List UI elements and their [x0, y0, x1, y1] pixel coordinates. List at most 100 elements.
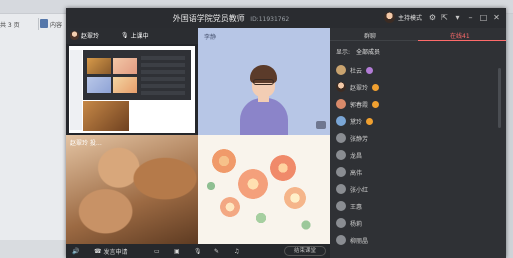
- avatar: [336, 116, 346, 126]
- member-item[interactable]: 张小红: [336, 183, 368, 195]
- member-item[interactable]: 王惠: [336, 200, 362, 212]
- tab-online[interactable]: 在线41: [450, 31, 470, 40]
- participant-name: 赵翠玲: [81, 33, 100, 40]
- microphone-icon: 🎙: [121, 32, 129, 39]
- avatar: [336, 167, 346, 177]
- microphone-icon[interactable]: 🎙: [194, 246, 202, 256]
- leaf-image: [298, 217, 314, 233]
- member-name: 龙昌: [350, 152, 363, 160]
- leaf-image: [252, 209, 270, 227]
- avatar: [336, 133, 346, 143]
- host-mode-label: 主持模式: [398, 15, 423, 22]
- settings-gear-icon[interactable]: ⚙: [428, 13, 437, 22]
- member-name: 张静芳: [350, 135, 369, 143]
- shared-thumbnail: [113, 58, 137, 74]
- member-name: 王惠: [350, 203, 363, 211]
- member-item[interactable]: 龙昌: [336, 149, 362, 161]
- member-name: 郭春霞: [350, 101, 369, 109]
- camera-icon[interactable]: ▭: [154, 246, 160, 256]
- background-page-count: 共 3 页: [0, 22, 20, 29]
- participant-name: 李静: [204, 34, 217, 41]
- tab-group-chat[interactable]: 群聊: [364, 31, 376, 40]
- shared-thumbnail: [87, 77, 111, 93]
- member-item[interactable]: 杜云: [336, 64, 374, 76]
- member-name: 赵翠玲: [350, 84, 369, 92]
- avatar: [336, 235, 346, 245]
- avatar: [336, 65, 346, 75]
- mic-state-label: 上课中: [130, 33, 149, 40]
- member-item[interactable]: 郭春霞: [336, 98, 380, 110]
- avatar-body: [240, 98, 288, 135]
- background-statusbar: [0, 240, 66, 258]
- pin-icon[interactable]: ▾: [453, 13, 462, 22]
- avatar: [336, 184, 346, 194]
- end-class-button[interactable]: 结束课堂: [284, 246, 326, 256]
- tile-label: 赵翠玲: [70, 31, 99, 40]
- music-icon[interactable]: ♫: [234, 246, 239, 256]
- flower-image: [212, 149, 236, 173]
- window-title: 外国语学院党员教师 ID:11931762: [66, 13, 396, 24]
- edit-icon[interactable]: ✎: [214, 246, 219, 256]
- screen-share-icon[interactable]: ▣: [174, 246, 180, 256]
- maximize-icon[interactable]: □: [479, 13, 488, 22]
- member-name: 杜云: [350, 67, 363, 75]
- avatar: [336, 218, 346, 228]
- avatar: [336, 82, 346, 92]
- filter-label: 显示:: [336, 49, 351, 56]
- shared-thumbnail: [113, 77, 137, 93]
- member-name: 张小红: [350, 186, 369, 194]
- video-tile-avatar[interactable]: 李静: [198, 28, 330, 135]
- participant-name: 赵翠玲 投…: [70, 140, 102, 147]
- member-item[interactable]: 柳丽晶: [336, 234, 368, 246]
- member-name: 高伟: [350, 169, 363, 177]
- speaker-icon[interactable]: 🔊: [72, 246, 79, 256]
- video-tile-food[interactable]: 赵翠玲 投…: [66, 135, 198, 244]
- video-tile-screen-share[interactable]: 赵翠玲 🎙 上课中: [66, 28, 198, 135]
- role-badge-icon: [372, 100, 380, 108]
- role-badge-icon: [366, 117, 374, 125]
- raise-hand-button[interactable]: ☎ 发言申请: [94, 246, 128, 256]
- title-bar: 外国语学院党员教师 ID:11931762 主持模式 ⚙ ⇱ ▾ – □ ✕: [66, 8, 506, 28]
- member-item[interactable]: 杨莉: [336, 217, 362, 229]
- flower-image: [238, 169, 268, 199]
- share-out-icon[interactable]: ⇱: [440, 13, 449, 22]
- mic-state: 🎙 上课中: [121, 31, 149, 40]
- camera-off-icon: [316, 121, 326, 129]
- member-item[interactable]: 高伟: [336, 166, 362, 178]
- shared-thumbnail: [87, 58, 111, 74]
- avatar: [336, 99, 346, 109]
- shared-photo: [83, 101, 129, 131]
- right-panel: 群聊 在线41 显示: 全部成员 杜云 赵翠玲 郭春霞 黛玲 张静芳 龙昌 高伟…: [330, 28, 506, 258]
- member-item[interactable]: 赵翠玲: [336, 81, 380, 93]
- shared-screen: [69, 46, 195, 133]
- flower-image: [270, 155, 296, 181]
- shared-list: [141, 56, 185, 96]
- host-mode[interactable]: 主持模式: [384, 12, 422, 23]
- meeting-title: 外国语学院党员教师: [172, 14, 245, 23]
- bottom-toolbar: 🔊 ☎ 发言申请 ▭ ▣ 🎙 ✎ ♫ 结束课堂: [66, 244, 330, 258]
- member-list-scrollbar[interactable]: [498, 68, 501, 128]
- background-doc-label: 内容: [50, 22, 63, 29]
- member-item[interactable]: 黛玲: [336, 115, 374, 127]
- raise-hand-label: 发言申请: [103, 248, 128, 256]
- video-tile-flowers[interactable]: [198, 135, 330, 244]
- video-grid: 赵翠玲 🎙 上课中 李静 赵翠玲 投…: [66, 28, 330, 244]
- member-filter[interactable]: 显示: 全部成员: [336, 47, 380, 56]
- active-tab-indicator: [418, 40, 506, 41]
- panel-tabs: 群聊 在线41: [330, 28, 506, 41]
- minimize-icon[interactable]: –: [466, 13, 475, 22]
- avatar-glasses: [253, 79, 274, 85]
- avatar: [70, 31, 79, 40]
- role-badge-icon: [372, 83, 380, 91]
- role-badge-icon: [366, 66, 374, 74]
- avatar: [336, 201, 346, 211]
- document-icon: [40, 19, 48, 28]
- close-icon[interactable]: ✕: [492, 13, 501, 22]
- member-name: 柳丽晶: [350, 237, 369, 245]
- member-item[interactable]: 张静芳: [336, 132, 368, 144]
- member-name: 杨莉: [350, 220, 363, 228]
- leaf-image: [204, 179, 218, 193]
- phone-icon: ☎: [94, 247, 102, 255]
- meeting-id: ID:11931762: [250, 16, 290, 23]
- avatar: [384, 12, 395, 23]
